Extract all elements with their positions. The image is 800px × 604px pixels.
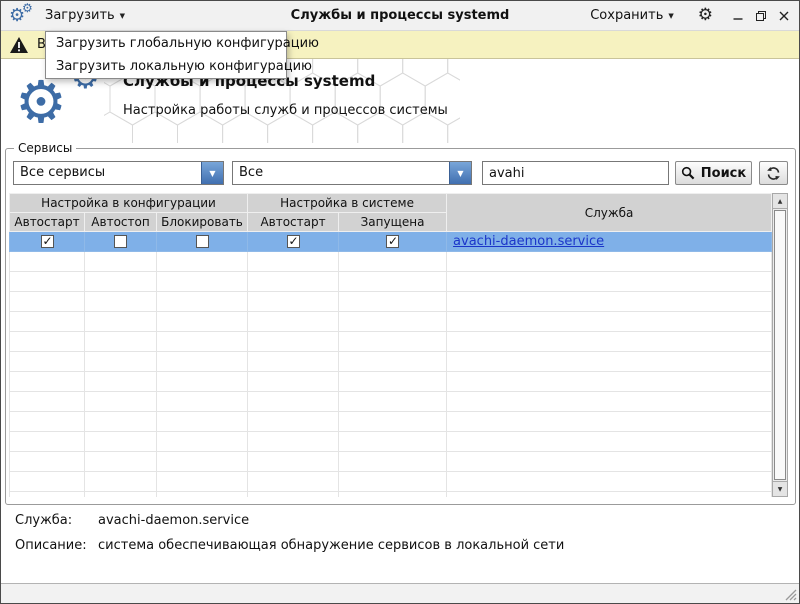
- load-menu-label: Загрузить: [45, 8, 115, 23]
- column-header-autostart-system: Автостарт: [248, 213, 339, 232]
- detail-description-row: Описание: система обеспечивающая обнаруж…: [15, 538, 787, 553]
- state-filter-select[interactable]: Все ▼: [232, 161, 472, 185]
- checkbox-autostart-config[interactable]: [41, 235, 54, 248]
- close-button[interactable]: [777, 9, 791, 23]
- column-header-service: Служба: [447, 194, 772, 232]
- titlebar: ⚙⚙ Загрузить ▼ Службы и процессы systemd…: [1, 1, 799, 31]
- titlebar-right: Сохранить ▼ ⚙: [584, 4, 791, 27]
- table-body: avachi-daemon.service: [10, 232, 772, 498]
- save-menu-label: Сохранить: [590, 8, 663, 23]
- scroll-down-button[interactable]: ▼: [773, 481, 787, 496]
- detail-description-value: система обеспечивающая обнаружение серви…: [98, 538, 564, 553]
- details-panel: Служба: avachi-daemon.service Описание: …: [15, 513, 787, 563]
- column-header-block: Блокировать: [157, 213, 248, 232]
- detail-service-label: Служба:: [15, 513, 98, 528]
- checkbox-autostart-system[interactable]: [287, 235, 300, 248]
- filter-row: Все сервисы ▼ Все ▼ Поиск: [13, 161, 789, 185]
- warning-icon: [9, 36, 29, 54]
- services-table: Настройка в конфигурации Настройка в сис…: [9, 193, 772, 497]
- service-link[interactable]: avachi-daemon.service: [453, 234, 604, 249]
- vertical-scrollbar[interactable]: ▲ ▼: [772, 193, 788, 497]
- gear-icon: ⚙: [15, 73, 67, 131]
- column-header-autostart-config: Автостарт: [10, 213, 85, 232]
- minimize-button[interactable]: [731, 9, 745, 23]
- chevron-down-icon[interactable]: ▼: [449, 162, 471, 184]
- app-window: ⚙⚙ Загрузить ▼ Службы и процессы systemd…: [0, 0, 800, 604]
- scrollbar-thumb[interactable]: [774, 210, 786, 480]
- refresh-button[interactable]: [759, 161, 788, 185]
- table-row-selected[interactable]: avachi-daemon.service: [10, 232, 772, 252]
- search-button-label: Поиск: [701, 166, 746, 181]
- state-filter-value: Все: [233, 162, 449, 184]
- column-group-config: Настройка в конфигурации: [10, 194, 248, 213]
- scroll-up-button[interactable]: ▲: [773, 194, 787, 209]
- app-gears-icon: ⚙⚙: [9, 3, 39, 29]
- column-header-autostop: Автостоп: [85, 213, 157, 232]
- menu-item-load-global-config[interactable]: Загрузить глобальную конфигурацию: [46, 32, 286, 55]
- resize-grip[interactable]: [784, 588, 797, 601]
- banner-subtitle: Настройка работы служб и процессов систе…: [123, 103, 448, 118]
- services-groupbox: Сервисы Все сервисы ▼ Все ▼ Поиск: [5, 141, 796, 505]
- services-legend: Сервисы: [14, 141, 76, 155]
- search-input[interactable]: [482, 161, 669, 185]
- refresh-icon: [766, 166, 781, 181]
- chevron-down-icon: ▼: [668, 12, 673, 20]
- detail-service-row: Служба: avachi-daemon.service: [15, 513, 787, 528]
- menu-item-load-local-config[interactable]: Загрузить локальную конфигурацию: [46, 55, 286, 78]
- load-dropdown-menu: Загрузить глобальную конфигурацию Загруз…: [45, 31, 287, 79]
- gear-icon: ⚙: [22, 2, 33, 14]
- checkbox-block[interactable]: [196, 235, 209, 248]
- detail-service-value: avachi-daemon.service: [98, 513, 249, 528]
- checkbox-autostop[interactable]: [114, 235, 127, 248]
- chevron-down-icon[interactable]: ▼: [201, 162, 223, 184]
- save-menu-button[interactable]: Сохранить ▼: [584, 4, 680, 27]
- window-controls: [731, 9, 791, 23]
- services-table-area: Настройка в конфигурации Настройка в сис…: [9, 193, 788, 497]
- service-filter-select[interactable]: Все сервисы ▼: [13, 161, 224, 185]
- service-filter-value: Все сервисы: [14, 162, 201, 184]
- load-menu-button[interactable]: Загрузить ▼: [39, 4, 131, 27]
- column-header-running: Запущена: [339, 213, 447, 232]
- status-bar: [1, 583, 799, 603]
- search-icon: [681, 166, 695, 180]
- maximize-button[interactable]: [754, 9, 768, 23]
- column-group-system: Настройка в системе: [248, 194, 447, 213]
- chevron-down-icon: ▼: [120, 12, 125, 20]
- search-button[interactable]: Поиск: [675, 161, 752, 185]
- settings-gear-icon[interactable]: ⚙: [698, 7, 713, 24]
- checkbox-running[interactable]: [386, 235, 399, 248]
- detail-description-label: Описание:: [15, 538, 98, 553]
